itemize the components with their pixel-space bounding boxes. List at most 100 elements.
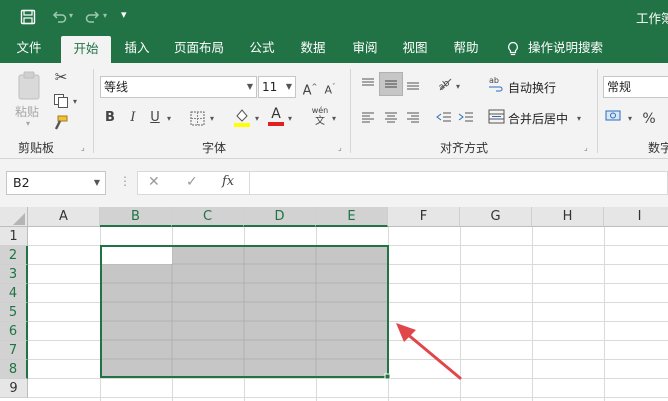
wrap-text-button[interactable]: 自动换行 bbox=[508, 79, 556, 96]
row-header-4[interactable]: 4 bbox=[0, 284, 28, 303]
percent-style-button[interactable]: % bbox=[642, 109, 656, 129]
selected-range[interactable] bbox=[100, 245, 392, 381]
font-color-dropdown-icon[interactable]: ▾ bbox=[288, 114, 292, 123]
undo-icon[interactable] bbox=[51, 9, 67, 25]
tab-view[interactable]: 视图 bbox=[395, 34, 435, 63]
formula-input[interactable] bbox=[250, 171, 668, 195]
number-format-select[interactable]: 常规 bbox=[603, 76, 668, 98]
underline-button[interactable]: U bbox=[148, 108, 162, 128]
red-arrow-annotation bbox=[396, 323, 462, 380]
row-header-5[interactable]: 5 bbox=[0, 303, 28, 322]
row-header-6[interactable]: 6 bbox=[0, 322, 28, 341]
cancel-entry-icon[interactable]: ✕ bbox=[148, 174, 160, 190]
tab-help[interactable]: 帮助 bbox=[446, 34, 486, 63]
row-header-8[interactable]: 8 bbox=[0, 360, 28, 379]
tab-data[interactable]: 数据 bbox=[293, 34, 333, 63]
orientation-icon[interactable]: ab bbox=[436, 75, 454, 93]
merge-center-button[interactable]: 合并后居中 bbox=[508, 110, 568, 127]
window-title: 工作簿 bbox=[636, 11, 668, 26]
font-color-icon[interactable]: A bbox=[268, 106, 284, 126]
merge-center-icon[interactable] bbox=[488, 108, 505, 125]
number-format-value: 常规 bbox=[607, 80, 632, 94]
paste-label[interactable]: 粘贴 bbox=[15, 103, 39, 120]
column-header-c[interactable]: C bbox=[172, 207, 244, 227]
align-top-icon[interactable] bbox=[360, 76, 376, 92]
fill-color-icon[interactable] bbox=[233, 107, 251, 127]
tab-formulas[interactable]: 公式 bbox=[242, 34, 282, 63]
font-size-select[interactable]: 11 ▼ bbox=[258, 76, 296, 98]
tab-review[interactable]: 审阅 bbox=[345, 34, 385, 63]
fill-color-dropdown-icon[interactable]: ▾ bbox=[255, 114, 259, 123]
align-left-icon[interactable] bbox=[360, 109, 376, 125]
cut-icon[interactable]: ✂ bbox=[52, 67, 70, 87]
font-family-select[interactable]: 等线 ▼ bbox=[100, 76, 257, 98]
redo-dropdown-icon[interactable]: ▾ bbox=[103, 11, 107, 20]
row-header-2[interactable]: 2 bbox=[0, 246, 28, 265]
merge-dropdown-icon[interactable]: ▾ bbox=[577, 114, 581, 123]
clipboard-dialog-launcher-icon[interactable]: ⌟ bbox=[81, 143, 85, 152]
tell-me-search[interactable]: 操作说明搜索 bbox=[528, 34, 610, 63]
borders-dropdown-icon[interactable]: ▾ bbox=[210, 114, 214, 123]
increase-font-size-icon[interactable]: A^ bbox=[302, 77, 318, 101]
confirm-entry-icon[interactable]: ✓ bbox=[186, 174, 198, 190]
formula-bar-buttons: ✕ ✓ fx bbox=[137, 171, 250, 195]
alignment-dialog-launcher-icon[interactable]: ⌟ bbox=[584, 143, 588, 152]
alignment-group-label: 对齐方式 bbox=[440, 141, 489, 155]
column-header-i[interactable]: I bbox=[604, 207, 668, 227]
tab-insert[interactable]: 插入 bbox=[117, 34, 157, 63]
align-middle-button[interactable] bbox=[379, 72, 403, 96]
underline-dropdown-icon[interactable]: ▾ bbox=[167, 114, 171, 123]
column-header-d[interactable]: D bbox=[244, 207, 316, 227]
undo-dropdown-icon[interactable]: ▾ bbox=[69, 11, 73, 20]
phonetic-guide-icon[interactable]: wén 文 bbox=[311, 106, 329, 127]
copy-icon[interactable] bbox=[53, 93, 69, 109]
tab-home[interactable]: 开始 bbox=[61, 36, 111, 63]
column-header-h[interactable]: H bbox=[532, 207, 604, 227]
select-all-button[interactable] bbox=[0, 207, 28, 227]
column-header-b[interactable]: B bbox=[100, 207, 172, 227]
font-group-label: 字体 bbox=[202, 141, 227, 155]
insert-function-icon[interactable]: fx bbox=[222, 174, 234, 189]
orientation-dropdown-icon[interactable]: ▾ bbox=[456, 82, 460, 91]
font-dialog-launcher-icon[interactable]: ⌟ bbox=[338, 143, 342, 152]
column-header-e[interactable]: E bbox=[316, 207, 388, 227]
paste-icon[interactable] bbox=[16, 71, 42, 101]
increase-indent-icon[interactable] bbox=[458, 109, 474, 125]
redo-icon[interactable] bbox=[85, 9, 101, 25]
chevron-down-icon[interactable]: ▼ bbox=[94, 172, 100, 194]
align-bottom-icon[interactable] bbox=[405, 76, 421, 92]
tab-page-layout[interactable]: 页面布局 bbox=[168, 34, 230, 63]
title-bar: ▾ ▾ ▾ 工作簿 bbox=[0, 0, 668, 34]
formula-bar-splitter-icon[interactable]: ⋮ bbox=[119, 174, 131, 188]
group-divider bbox=[93, 69, 94, 153]
decrease-indent-icon[interactable] bbox=[436, 109, 452, 125]
bold-button[interactable]: B bbox=[103, 108, 117, 128]
row-header-9[interactable]: 9 bbox=[0, 379, 28, 398]
column-header-a[interactable]: A bbox=[28, 207, 100, 227]
save-icon[interactable] bbox=[20, 9, 36, 25]
wrap-text-icon[interactable]: ab bbox=[488, 75, 504, 93]
copy-dropdown-icon[interactable]: ▾ bbox=[73, 97, 77, 106]
name-box[interactable]: B2 ▼ bbox=[6, 171, 106, 195]
tab-file[interactable]: 文件 bbox=[10, 34, 48, 63]
decrease-font-size-icon[interactable]: Aˇ bbox=[322, 77, 338, 101]
column-header-g[interactable]: G bbox=[460, 207, 532, 227]
paste-dropdown-icon[interactable]: ▾ bbox=[26, 119, 30, 128]
phonetic-guide-char: 文 bbox=[315, 116, 325, 127]
column-header-f[interactable]: F bbox=[388, 207, 460, 227]
borders-icon[interactable] bbox=[190, 111, 205, 126]
format-painter-icon[interactable] bbox=[53, 115, 69, 131]
accounting-dropdown-icon[interactable]: ▾ bbox=[628, 114, 632, 123]
customize-quick-access-icon[interactable]: ▾ bbox=[121, 8, 127, 21]
name-box-value: B2 bbox=[13, 175, 30, 190]
align-center-icon[interactable] bbox=[383, 109, 399, 125]
italic-button[interactable]: I bbox=[126, 108, 140, 128]
accounting-format-icon[interactable] bbox=[605, 108, 623, 124]
phonetic-dropdown-icon[interactable]: ▾ bbox=[332, 114, 336, 123]
row-header-7[interactable]: 7 bbox=[0, 341, 28, 360]
active-cell-b2[interactable] bbox=[101, 246, 172, 264]
font-family-value: 等线 bbox=[104, 80, 129, 94]
row-header-1[interactable]: 1 bbox=[0, 227, 28, 246]
align-right-icon[interactable] bbox=[405, 109, 421, 125]
row-header-3[interactable]: 3 bbox=[0, 265, 28, 284]
